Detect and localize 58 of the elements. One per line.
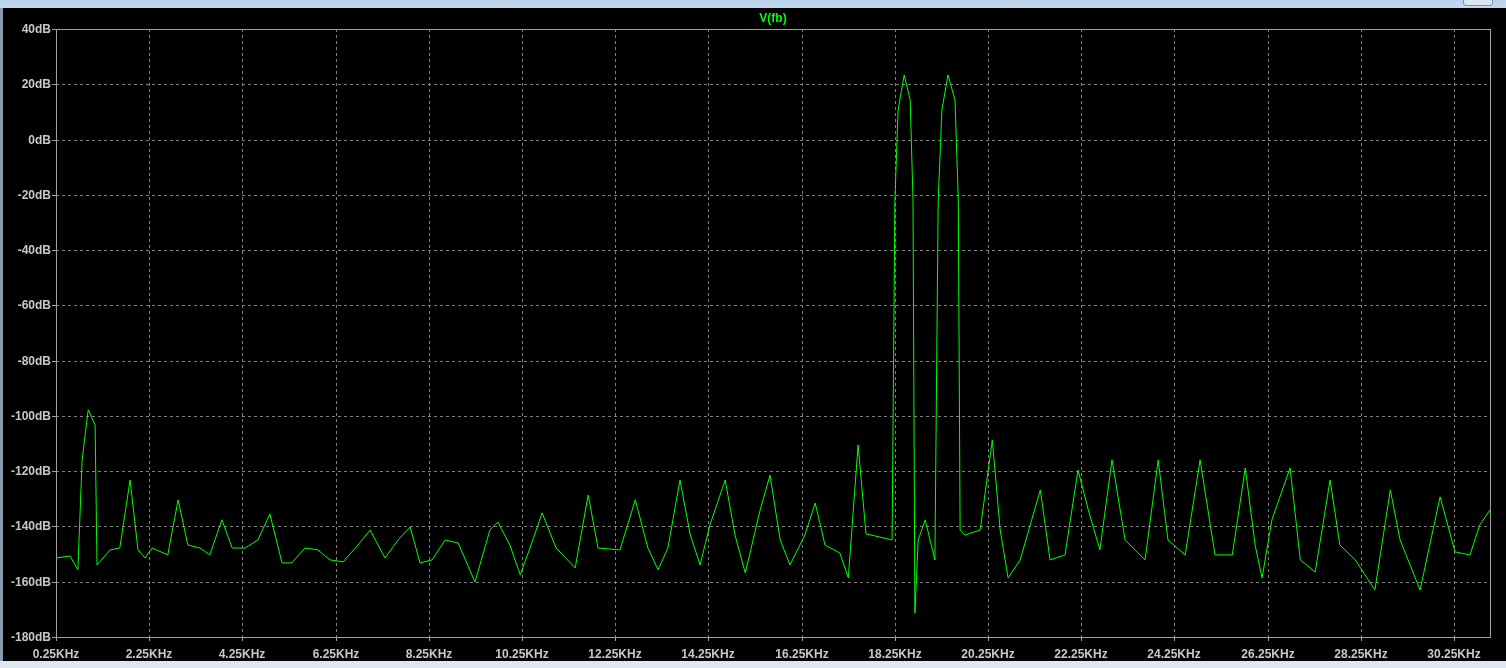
x-tick-mark (242, 636, 243, 642)
x-axis-label: 22.25KHz (1054, 647, 1108, 661)
x-axis-label: 12.25KHz (588, 647, 642, 661)
trace-title: V(fb) (759, 11, 787, 25)
x-axis-label: 0.25KHz (32, 647, 80, 661)
x-tick-mark (149, 636, 150, 642)
x-tick-mark (56, 636, 57, 642)
x-axis-label: 6.25KHz (312, 647, 360, 661)
y-tick-mark (51, 637, 57, 638)
x-axis-label: 20.25KHz (961, 647, 1015, 661)
y-tick-mark (51, 471, 57, 472)
x-tick-mark (1361, 636, 1362, 642)
y-tick-mark (51, 29, 57, 30)
x-tick-mark (1454, 636, 1455, 642)
x-tick-mark (429, 636, 430, 642)
x-axis-label: 14.25KHz (681, 647, 735, 661)
x-axis-label: 16.25KHz (775, 647, 829, 661)
x-axis-label: 26.25KHz (1241, 647, 1295, 661)
x-axis-label: 8.25KHz (405, 647, 453, 661)
y-axis-label: -160dB (11, 575, 51, 589)
y-tick-mark (51, 361, 57, 362)
y-tick-mark (51, 526, 57, 527)
y-tick-mark (51, 582, 57, 583)
x-tick-mark (1174, 636, 1175, 642)
x-axis-label: 4.25KHz (218, 647, 266, 661)
x-axis-label: 24.25KHz (1147, 647, 1201, 661)
x-tick-mark (1268, 636, 1269, 642)
minimize-button[interactable] (1463, 0, 1493, 6)
y-axis-label: -60dB (17, 298, 51, 312)
x-axis-label: 28.25KHz (1334, 647, 1388, 661)
y-axis-label: -140dB (11, 519, 51, 533)
y-axis-label: -40dB (17, 243, 51, 257)
x-tick-mark (1081, 636, 1082, 642)
x-axis-label: 18.25KHz (868, 647, 922, 661)
y-tick-mark (51, 305, 57, 306)
x-tick-mark (615, 636, 616, 642)
y-axis-label: 0dB (28, 133, 51, 147)
y-axis-label: 40dB (21, 22, 51, 36)
x-tick-mark (988, 636, 989, 642)
y-tick-mark (51, 250, 57, 251)
y-axis-label: -100dB (11, 409, 51, 423)
x-tick-mark (336, 636, 337, 642)
y-tick-mark (51, 84, 57, 85)
x-tick-mark (895, 636, 896, 642)
y-axis-label: -20dB (17, 188, 51, 202)
x-axis-label: 2.25KHz (125, 647, 173, 661)
y-axis-label: -180dB (11, 630, 51, 644)
y-tick-mark (51, 195, 57, 196)
x-axis-label: 10.25KHz (495, 647, 549, 661)
y-tick-mark (51, 416, 57, 417)
x-tick-mark (522, 636, 523, 642)
y-axis-label: -120dB (11, 464, 51, 478)
x-axis-label: 30.25KHz (1427, 647, 1481, 661)
y-axis-label: 20dB (21, 77, 51, 91)
y-axis-label: -80dB (17, 354, 51, 368)
y-tick-mark (51, 140, 57, 141)
x-tick-mark (802, 636, 803, 642)
x-tick-mark (708, 636, 709, 642)
